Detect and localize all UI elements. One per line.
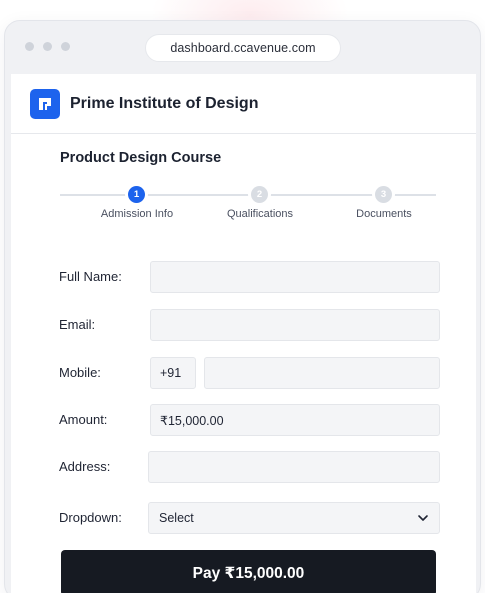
full-name-label: Full Name: <box>59 269 122 284</box>
address-field[interactable] <box>148 451 440 483</box>
org-name: Prime Institute of Design <box>70 94 259 112</box>
step-3-label: Documents <box>356 208 412 220</box>
payment-page: Prime Institute of Design Product Design… <box>11 74 476 593</box>
step-1-label: Admission Info <box>100 208 174 220</box>
page-header: Prime Institute of Design <box>11 74 476 134</box>
amount-field[interactable]: ₹15,000.00 <box>150 404 440 436</box>
step-3-indicator[interactable]: 3 <box>375 186 392 203</box>
address-bar[interactable]: dashboard.ccavenue.com <box>145 34 341 62</box>
mobile-field[interactable] <box>204 357 440 389</box>
address-label: Address: <box>59 459 111 474</box>
window-controls <box>25 42 70 51</box>
step-2-indicator[interactable]: 2 <box>251 186 268 203</box>
browser-window: dashboard.ccavenue.com Prime Institute o… <box>4 20 481 593</box>
amount-label: Amount: <box>59 412 108 427</box>
full-name-field[interactable] <box>150 261 440 293</box>
dropdown-select[interactable]: Select <box>148 502 440 534</box>
chevron-down-icon <box>417 512 429 524</box>
dropdown-selected-value: Select <box>159 511 194 525</box>
email-field[interactable] <box>150 309 440 341</box>
course-title: Product Design Course <box>60 150 222 166</box>
window-dot-maximize[interactable] <box>61 42 70 51</box>
window-dot-close[interactable] <box>25 42 34 51</box>
window-dot-minimize[interactable] <box>43 42 52 51</box>
step-1-indicator[interactable]: 1 <box>128 186 145 203</box>
step-2-label: Qualifications <box>226 208 294 220</box>
dropdown-label: Dropdown: <box>59 510 122 525</box>
email-label: Email: <box>59 317 96 332</box>
logo-icon <box>30 88 60 119</box>
mobile-label: Mobile: <box>59 365 101 380</box>
country-code-field[interactable]: +91 <box>150 357 196 389</box>
pay-button[interactable]: Pay ₹15,000.00 <box>61 550 436 593</box>
